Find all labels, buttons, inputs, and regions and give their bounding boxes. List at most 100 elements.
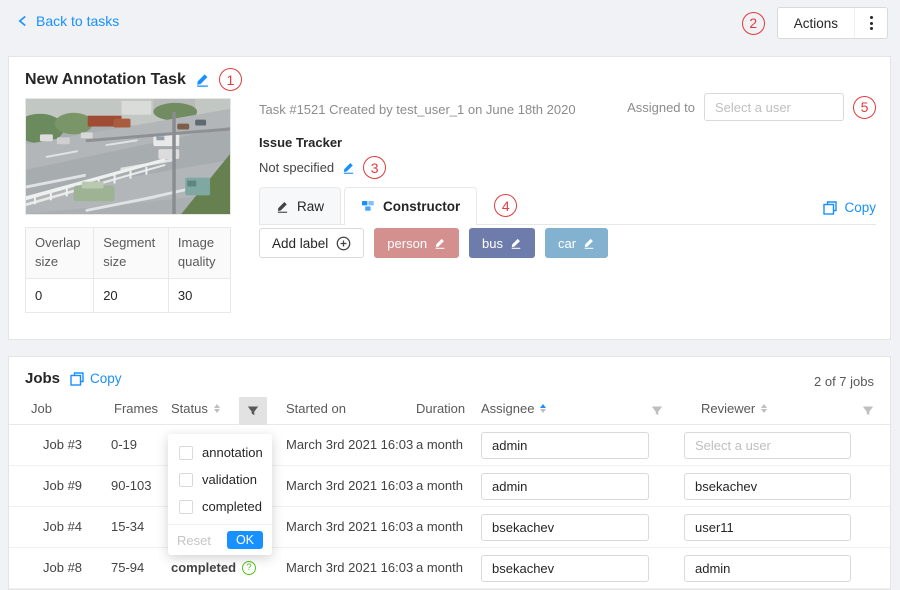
assigned-to-input[interactable] — [704, 93, 844, 121]
label-tag-person[interactable]: person — [374, 228, 459, 258]
filter-option-validation[interactable]: validation — [168, 466, 272, 493]
add-label-button[interactable]: Add label — [259, 228, 364, 258]
checkbox-annotation[interactable] — [179, 446, 193, 460]
col-status[interactable]: Status — [171, 401, 220, 416]
task-title: New Annotation Task — [25, 71, 186, 89]
labels-copy-button[interactable]: Copy — [823, 200, 876, 215]
label-tag-car[interactable]: car — [545, 228, 608, 258]
assignee-input[interactable] — [481, 432, 649, 459]
label-tag-bus-text: bus — [482, 236, 503, 251]
started-cell: March 3rd 2021 16:03 — [286, 560, 413, 575]
assignee-input[interactable] — [481, 473, 649, 500]
assigned-to-label: Assigned to — [627, 100, 695, 115]
issue-tracker-value: Not specified — [259, 160, 334, 175]
filter-reset-button[interactable]: Reset — [177, 533, 211, 548]
param-value-segment: 20 — [94, 278, 169, 312]
job-link[interactable]: Job #8 — [43, 560, 82, 575]
col-duration: Duration — [416, 401, 465, 416]
col-job: Job — [31, 401, 52, 416]
filter-option-annotation-label: annotation — [202, 445, 263, 460]
tab-constructor[interactable]: Constructor — [344, 187, 477, 224]
filter-option-annotation[interactable]: annotation — [168, 439, 272, 466]
filter-option-completed-label: completed — [202, 499, 262, 514]
status-sort-icon[interactable] — [214, 404, 220, 413]
col-started: Started on — [286, 401, 346, 416]
annotation-badge-2: 2 — [742, 12, 765, 35]
duration-cell: a month — [416, 560, 463, 575]
col-frames: Frames — [114, 401, 158, 416]
traffic-scene-graphic — [26, 99, 230, 214]
filter-ok-button[interactable]: OK — [227, 531, 263, 549]
edit-label-icon[interactable] — [583, 237, 595, 249]
actions-button[interactable]: Actions — [778, 8, 855, 38]
started-cell: March 3rd 2021 16:03 — [286, 437, 413, 452]
param-value-quality: 30 — [168, 278, 230, 312]
status-filter-dropdown: annotation validation completed Reset OK — [168, 434, 272, 555]
param-value-overlap: 0 — [26, 278, 94, 312]
status-filter-icon[interactable] — [239, 397, 267, 425]
started-cell: March 3rd 2021 16:03 — [286, 478, 413, 493]
edit-label-icon[interactable] — [434, 237, 446, 249]
chevron-left-icon — [18, 15, 27, 27]
job-row-4: Job #4 15-34 March 3rd 2021 16:03 a mont… — [9, 507, 890, 548]
back-to-tasks-link[interactable]: Back to tasks — [18, 13, 119, 29]
actions-button-group: Actions — [777, 7, 888, 39]
annotation-badge-1: 1 — [219, 68, 242, 91]
task-preview-image — [25, 98, 231, 215]
reviewer-input[interactable] — [684, 514, 851, 541]
reviewer-input[interactable] — [684, 555, 851, 582]
frames-cell: 0-19 — [111, 437, 137, 452]
reviewer-sort-icon[interactable] — [761, 404, 767, 413]
question-circle-icon[interactable]: ? — [242, 561, 256, 575]
job-link[interactable]: Job #4 — [43, 519, 82, 534]
annotation-badge-3: 3 — [363, 156, 386, 179]
back-to-tasks-label: Back to tasks — [36, 13, 119, 29]
edit-issue-tracker-icon[interactable] — [342, 161, 355, 174]
filter-option-completed[interactable]: completed — [168, 493, 272, 520]
frames-cell: 75-94 — [111, 560, 144, 575]
assignee-sort-icon[interactable] — [540, 404, 546, 413]
jobs-count: 2 of 7 jobs — [814, 374, 874, 389]
job-row-8: Job #8 75-94 completed ? March 3rd 2021 … — [9, 548, 890, 589]
job-row-9: Job #9 90-103 March 3rd 2021 16:03 a mon… — [9, 466, 890, 507]
status-cell: completed ? — [171, 560, 256, 575]
checkbox-completed[interactable] — [179, 500, 193, 514]
kebab-menu-icon[interactable] — [855, 8, 887, 38]
edit-label-icon[interactable] — [510, 237, 522, 249]
plus-circle-icon — [336, 236, 351, 251]
reviewer-input[interactable] — [684, 473, 851, 500]
task-meta-text: Task #1521 Created by test_user_1 on Jun… — [259, 102, 576, 117]
assignee-input[interactable] — [481, 514, 649, 541]
col-assignee[interactable]: Assignee — [481, 401, 546, 416]
add-label-text: Add label — [272, 236, 328, 251]
issue-tracker-label: Issue Tracker — [259, 135, 342, 150]
reviewer-input[interactable] — [684, 432, 851, 459]
labels-copy-label: Copy — [844, 200, 876, 215]
jobs-copy-label: Copy — [90, 371, 122, 386]
duration-cell: a month — [416, 519, 463, 534]
tab-raw[interactable]: Raw — [259, 187, 341, 224]
checkbox-validation[interactable] — [179, 473, 193, 487]
jobs-copy-button[interactable]: Copy — [70, 371, 122, 386]
started-cell: March 3rd 2021 16:03 — [286, 519, 413, 534]
job-link[interactable]: Job #3 — [43, 437, 82, 452]
edit-task-name-icon[interactable] — [195, 72, 210, 87]
status-completed-text: completed — [171, 560, 236, 575]
duration-cell: a month — [416, 437, 463, 452]
duration-cell: a month — [416, 478, 463, 493]
label-tag-bus[interactable]: bus — [469, 228, 535, 258]
col-reviewer[interactable]: Reviewer — [701, 401, 767, 416]
reviewer-filter-icon[interactable] — [854, 397, 882, 425]
assignee-filter-icon[interactable] — [643, 397, 671, 425]
tab-raw-label: Raw — [297, 199, 324, 214]
task-details-card: New Annotation Task 1 — [8, 56, 891, 340]
jobs-table-header: Job Frames Status Started on Duration As… — [9, 397, 890, 425]
label-tag-person-text: person — [387, 236, 427, 251]
filter-option-validation-label: validation — [202, 472, 257, 487]
job-link[interactable]: Job #9 — [43, 478, 82, 493]
jobs-title: Jobs — [25, 370, 60, 387]
jobs-card: Jobs Copy 2 of 7 jobs Job Frames Status … — [8, 356, 891, 590]
label-tag-car-text: car — [558, 236, 576, 251]
assignee-input[interactable] — [481, 555, 649, 582]
frames-cell: 90-103 — [111, 478, 151, 493]
